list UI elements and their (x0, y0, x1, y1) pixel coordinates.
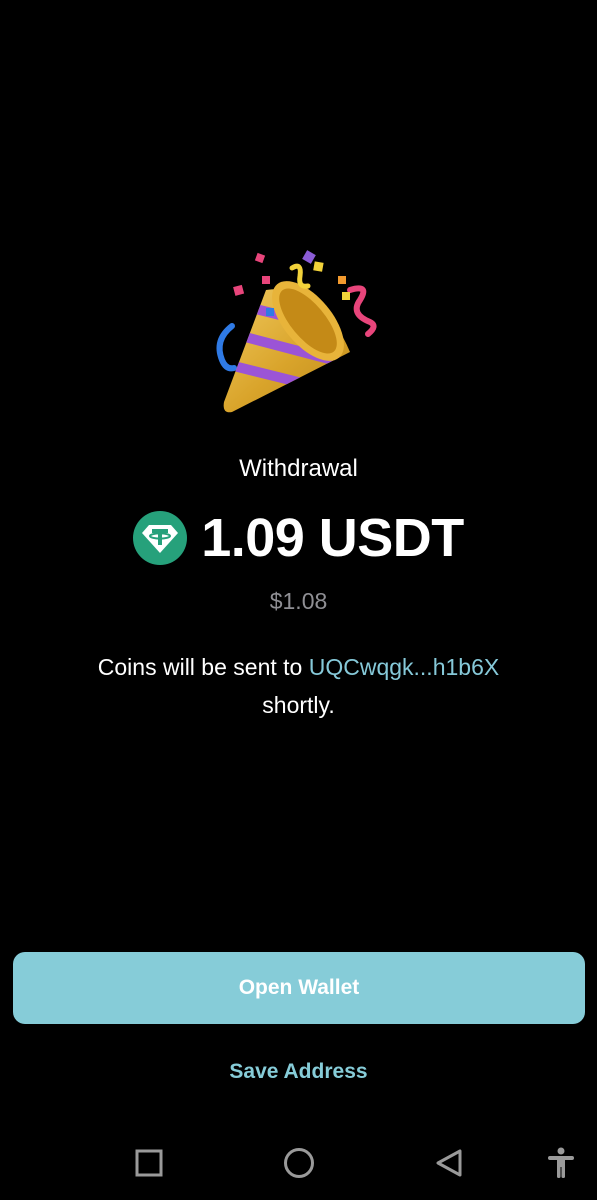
fiat-amount: $1.08 (269, 588, 328, 614)
accessibility-icon[interactable] (541, 1143, 581, 1183)
message-suffix: shortly. (262, 692, 335, 718)
withdrawal-amount: 1.09 USDT (201, 508, 464, 568)
tether-icon (133, 511, 188, 565)
wallet-address-link[interactable]: UQCwqgk...h1b6X (309, 654, 499, 680)
save-address-button[interactable]: Save Address (0, 1060, 597, 1084)
system-nav-bar (0, 1125, 597, 1200)
message-prefix: Coins will be sent to (97, 654, 309, 680)
withdrawal-title: Withdrawal (239, 455, 358, 482)
recents-square-icon[interactable] (129, 1143, 169, 1183)
home-circle-icon[interactable] (279, 1143, 319, 1183)
amount-row: 1.09 USDT (0, 505, 597, 571)
back-triangle-icon[interactable] (429, 1143, 469, 1183)
party-popper-icon (216, 250, 377, 413)
status-message: Coins will be sent to UQCwqgk...h1b6X sh… (40, 648, 557, 724)
open-wallet-button[interactable]: Open Wallet (13, 952, 585, 1024)
